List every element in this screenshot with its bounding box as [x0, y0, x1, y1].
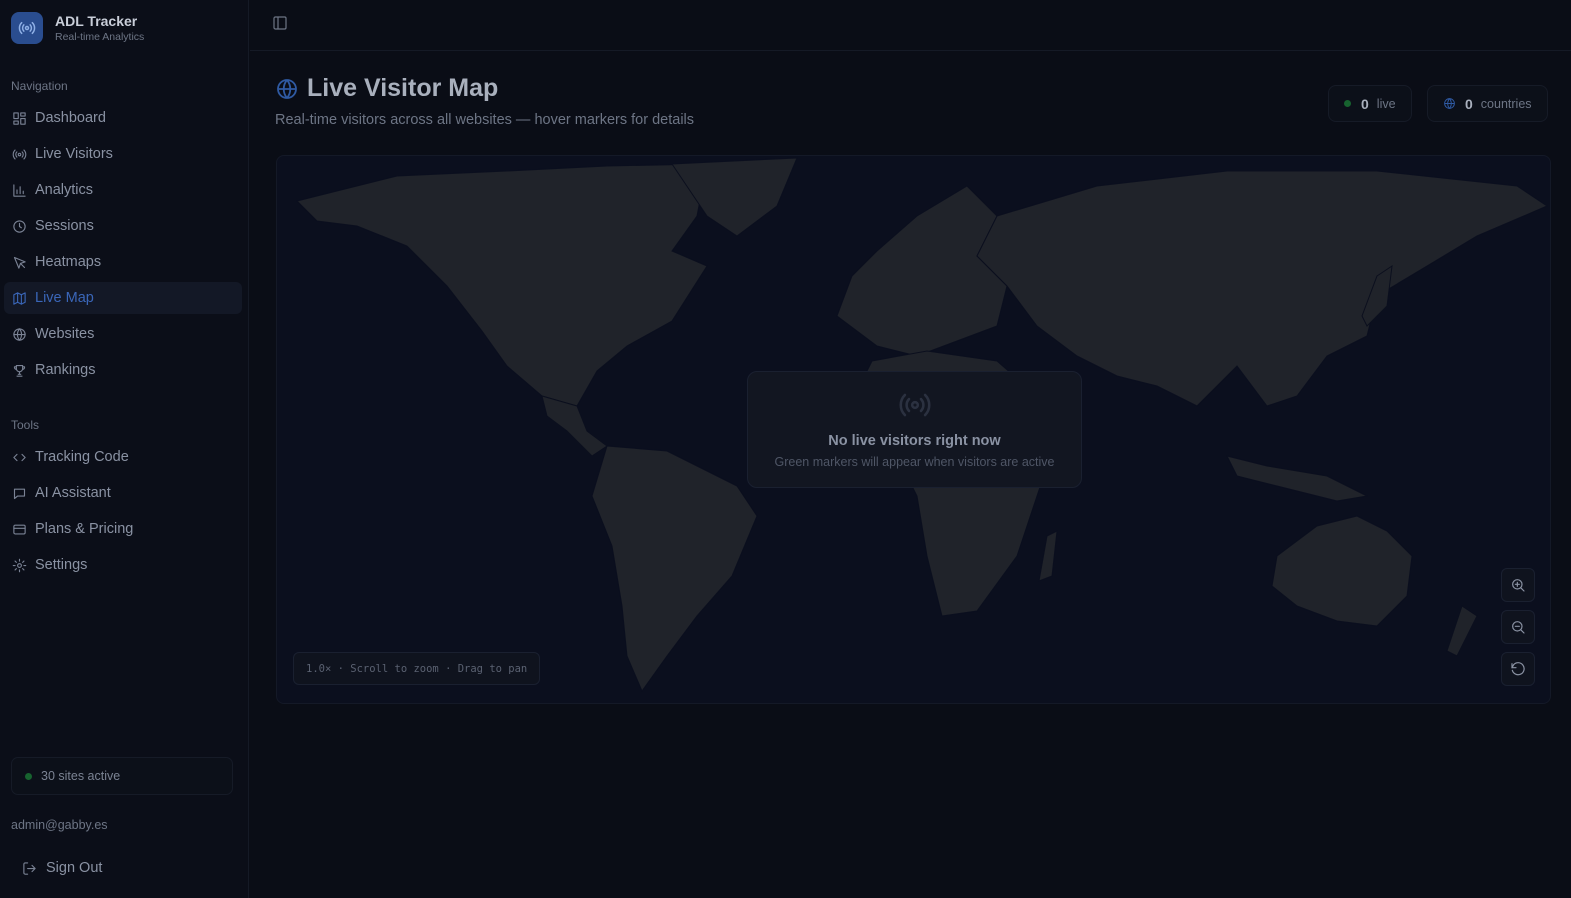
sidebar-item-rankings[interactable]: Rankings [4, 354, 242, 386]
main-nav: Dashboard Live Visitors Analytics Sessio… [4, 102, 242, 390]
zoom-out-icon [1512, 621, 1525, 634]
bar-chart-icon [11, 182, 27, 198]
reset-view-button[interactable] [1501, 652, 1535, 686]
sidebar: ADL Tracker Real-time Analytics Navigati… [0, 0, 249, 898]
sidebar-item-websites[interactable]: Websites [4, 318, 242, 350]
sidebar-item-plans-pricing[interactable]: Plans & Pricing [4, 513, 242, 545]
nav-section-label: Navigation [11, 79, 68, 93]
sidebar-item-label: Dashboard [35, 110, 106, 126]
sidebar-item-label: Live Map [35, 290, 94, 306]
empty-state: No live visitors right now Green markers… [747, 371, 1082, 488]
globe-icon [277, 78, 297, 99]
sidebar-item-label: Rankings [35, 362, 96, 378]
broadcast-logo-icon [11, 12, 43, 44]
sidebar-item-label: AI Assistant [35, 485, 111, 501]
sidebar-toggle-button[interactable] [272, 15, 290, 33]
sidebar-item-label: Sessions [35, 218, 94, 234]
countries-count-badge: 0 countries [1427, 85, 1548, 122]
sidebar-item-label: Websites [35, 326, 95, 342]
user-email: admin@gabby.es [11, 818, 108, 832]
sidebar-item-label: Analytics [35, 182, 94, 198]
brand[interactable]: ADL Tracker Real-time Analytics [11, 12, 144, 44]
brand-subtitle: Real-time Analytics [55, 30, 145, 43]
trophy-icon [11, 362, 27, 378]
live-count-badge: 0 live [1328, 85, 1412, 122]
globe-icon [11, 326, 27, 342]
sidebar-item-live-visitors[interactable]: Live Visitors [4, 138, 242, 170]
sidebar-item-tracking-code[interactable]: Tracking Code [4, 441, 242, 473]
chat-icon [11, 485, 27, 501]
brand-title: ADL Tracker [55, 12, 138, 29]
page-subtitle: Real-time visitors across all websites —… [275, 112, 695, 128]
sidebar-item-label: Plans & Pricing [35, 521, 134, 537]
log-out-icon [23, 861, 36, 875]
sidebar-item-dashboard[interactable]: Dashboard [4, 102, 242, 134]
gear-icon [11, 557, 27, 573]
clock-icon [11, 218, 27, 234]
radio-icon [898, 393, 931, 417]
zoom-hint: 1.0× · Scroll to zoom · Drag to pan [293, 652, 541, 685]
panel-left-icon [273, 16, 287, 30]
sidebar-item-sessions[interactable]: Sessions [4, 210, 242, 242]
radio-icon [11, 146, 27, 162]
zoom-out-button[interactable] [1501, 610, 1535, 644]
map-icon [11, 290, 27, 306]
status-dot [25, 772, 32, 780]
continent-north-america [296, 163, 708, 407]
sidebar-item-settings[interactable]: Settings [4, 549, 242, 581]
sidebar-item-label: Tracking Code [35, 449, 129, 465]
continent-europe [836, 185, 1008, 357]
continent-south-america [591, 445, 758, 693]
countries-label: countries [1480, 96, 1532, 111]
sidebar-item-label: Settings [35, 557, 88, 573]
sidebar-item-live-map[interactable]: Live Map [4, 282, 242, 314]
code-icon [11, 449, 27, 465]
sidebar-item-ai-assistant[interactable]: AI Assistant [4, 477, 242, 509]
empty-state-title: No live visitors right now [828, 433, 1001, 449]
page-header: Live Visitor Map [275, 74, 498, 103]
island-new-zealand [1446, 605, 1478, 657]
tools-section-label: Tools [11, 418, 40, 432]
page-title: Live Visitor Map [307, 74, 499, 102]
world-map[interactable]: No live visitors right now Green markers… [276, 155, 1551, 704]
zoom-in-button[interactable] [1501, 568, 1535, 602]
live-count: 0 [1361, 95, 1369, 112]
sign-out-button[interactable]: Sign Out [22, 860, 102, 876]
sidebar-item-heatmaps[interactable]: Heatmaps [4, 246, 242, 278]
empty-state-subtitle: Green markers will appear when visitors … [774, 455, 1055, 469]
sidebar-item-label: Heatmaps [35, 254, 102, 270]
tools-nav: Tracking Code AI Assistant Plans & Prici… [4, 441, 242, 585]
zoom-in-icon [1512, 579, 1525, 592]
topbar [250, 0, 1571, 51]
sign-out-label: Sign Out [46, 860, 103, 876]
live-label: live [1376, 96, 1396, 111]
grid-icon [11, 110, 27, 126]
credit-card-icon [11, 521, 27, 537]
sites-status: 30 sites active [11, 757, 233, 795]
sidebar-item-analytics[interactable]: Analytics [4, 174, 242, 206]
islands-indonesia [1226, 455, 1369, 502]
live-dot [1344, 100, 1351, 107]
island-madagascar [1038, 530, 1058, 582]
continent-australia [1271, 515, 1413, 627]
sidebar-item-label: Live Visitors [35, 146, 113, 162]
continent-central-america [541, 395, 608, 457]
globe-icon [1444, 98, 1455, 109]
cursor-icon [11, 254, 27, 270]
rotate-ccw-icon [1511, 662, 1525, 676]
countries-count: 0 [1465, 95, 1473, 112]
sites-status-text: 30 sites active [41, 769, 121, 783]
